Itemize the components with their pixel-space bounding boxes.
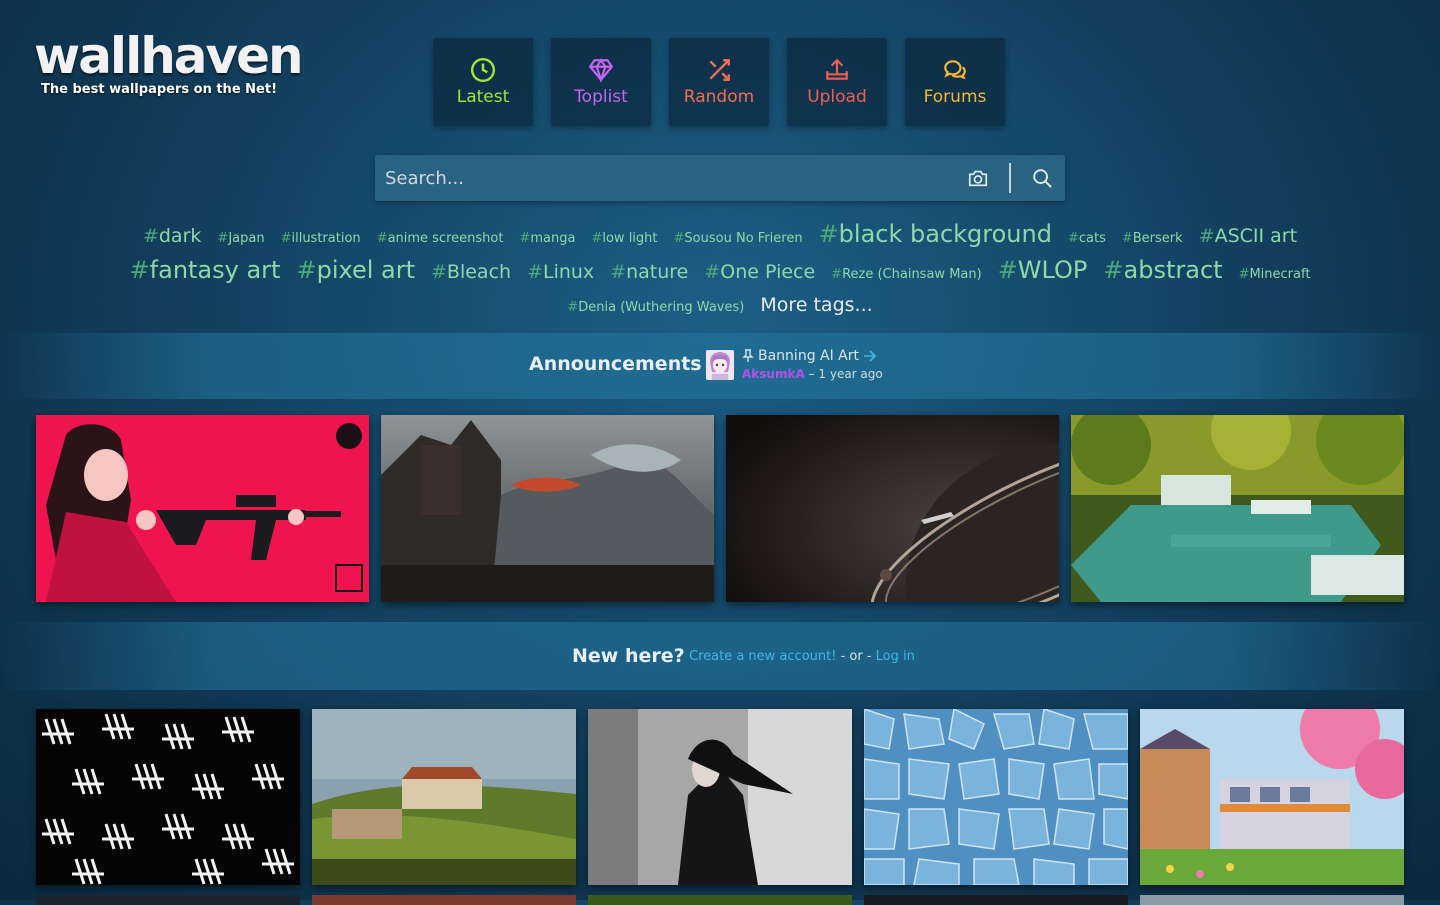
tag-link[interactable]: #Japan	[217, 231, 264, 246]
new-here-or: - or -	[836, 649, 876, 664]
tag-link[interactable]: #manga	[519, 231, 575, 246]
announcement-meta: AksumkA – 1 year ago	[742, 367, 883, 381]
tag-link[interactable]: #One Piece	[704, 261, 815, 283]
pin-icon	[742, 349, 754, 362]
tag-link[interactable]: #black background	[819, 220, 1052, 248]
nav-toplist[interactable]: Toplist	[551, 38, 651, 126]
upload-icon	[826, 58, 848, 80]
nav-latest[interactable]: Latest	[433, 38, 533, 126]
tag-link[interactable]: #ASCII art	[1199, 225, 1297, 247]
signup-link[interactable]: Create a new account!	[689, 649, 836, 664]
tag-link[interactable]: #low light	[591, 231, 657, 246]
announcement-time: 1 year ago	[818, 367, 883, 381]
tag-row: #fantasy art #pixel art #Bleach #Linux #…	[130, 256, 1311, 294]
announcement-dash: –	[808, 367, 819, 381]
tag-link[interactable]: #Sousou No Frieren	[674, 231, 803, 246]
nav-latest-label: Latest	[456, 87, 510, 107]
wallpaper-thumb[interactable]	[312, 709, 576, 885]
announcement-title: Banning AI Art	[758, 348, 860, 364]
tag-link[interactable]: #WLOP	[998, 256, 1088, 284]
wallpaper-thumb[interactable]	[864, 895, 1128, 905]
tag-link[interactable]: #Denia (Wuthering Waves)	[567, 300, 744, 315]
tag-link[interactable]: #cats	[1068, 231, 1106, 246]
camera-icon	[968, 170, 988, 187]
tag-row: #Denia (Wuthering Waves) More tags...	[150, 294, 1290, 326]
announcements-title: Announcements	[529, 353, 702, 375]
announcement-post: Banning AI Art AksumkA – 1 year ago	[742, 348, 883, 381]
arrow-right-icon	[864, 350, 877, 362]
tag-link[interactable]: #Linux	[527, 261, 594, 283]
more-tags-link[interactable]: More tags...	[760, 294, 872, 316]
nav-random-label: Random	[683, 87, 755, 107]
wallpaper-thumb[interactable]	[864, 709, 1128, 885]
featured-wallpaper[interactable]	[726, 415, 1059, 602]
popular-tags: #dark #Japan #illustration #anime screen…	[130, 220, 1311, 326]
tag-link[interactable]: #nature	[610, 261, 688, 283]
nav-upload-label: Upload	[807, 87, 867, 107]
tag-link[interactable]: #dark	[143, 225, 201, 247]
new-here-title: New here?	[572, 645, 685, 667]
tag-link[interactable]: #Minecraft	[1239, 267, 1311, 282]
announcement-link[interactable]: Banning AI Art	[742, 348, 883, 364]
announcement-author[interactable]: AksumkA	[742, 367, 805, 381]
tag-link[interactable]: #pixel art	[296, 256, 415, 284]
avatar[interactable]	[706, 350, 734, 380]
nav-forums-label: Forums	[923, 87, 987, 107]
search-bar	[375, 154, 1065, 202]
wallpaper-thumb[interactable]	[36, 709, 300, 885]
diamond-icon	[588, 58, 614, 83]
wallpaper-thumb[interactable]	[1140, 709, 1404, 885]
tag-row: #dark #Japan #illustration #anime screen…	[143, 220, 1297, 256]
tag-link[interactable]: #abstract	[1103, 256, 1222, 284]
featured-wallpaper[interactable]	[36, 415, 369, 602]
wallpaper-thumb[interactable]	[312, 895, 576, 905]
wallpaper-thumb[interactable]	[1140, 895, 1404, 905]
logo-title: wallhaven	[34, 27, 304, 85]
featured-wallpaper[interactable]	[1071, 415, 1404, 602]
chat-bubbles-icon	[944, 60, 966, 80]
tag-link[interactable]: #Berserk	[1122, 231, 1183, 246]
logo[interactable]: wallhaven The best wallpapers on the Net…	[34, 26, 304, 97]
wallpaper-thumb[interactable]	[36, 895, 300, 905]
search-separator	[1009, 163, 1011, 193]
search-button[interactable]	[1019, 155, 1065, 201]
nav-forums[interactable]: Forums	[905, 38, 1005, 126]
nav-random[interactable]: Random	[669, 38, 769, 126]
featured-wallpaper[interactable]	[381, 415, 714, 602]
logo-tagline: The best wallpapers on the Net!	[41, 82, 277, 97]
tag-link[interactable]: #Reze (Chainsaw Man)	[831, 267, 982, 282]
new-here-links: Create a new account! - or - Log in	[689, 649, 915, 664]
tag-link[interactable]: #Bleach	[431, 261, 511, 283]
main-nav: Latest Toplist Random Upload Forums	[433, 38, 1005, 126]
nav-upload[interactable]: Upload	[787, 38, 887, 126]
tag-link[interactable]: #anime screenshot	[377, 231, 504, 246]
tag-link[interactable]: #illustration	[281, 231, 361, 246]
search-input[interactable]	[375, 154, 955, 202]
wallpaper-thumb[interactable]	[588, 895, 852, 905]
image-search-button[interactable]	[955, 155, 1001, 201]
login-link[interactable]: Log in	[876, 649, 915, 664]
wallpaper-thumb[interactable]	[588, 709, 852, 885]
search-icon	[1033, 169, 1052, 188]
nav-toplist-label: Toplist	[574, 87, 628, 107]
shuffle-icon	[709, 59, 730, 81]
clock-icon	[470, 57, 496, 83]
tag-link[interactable]: #fantasy art	[130, 256, 281, 284]
